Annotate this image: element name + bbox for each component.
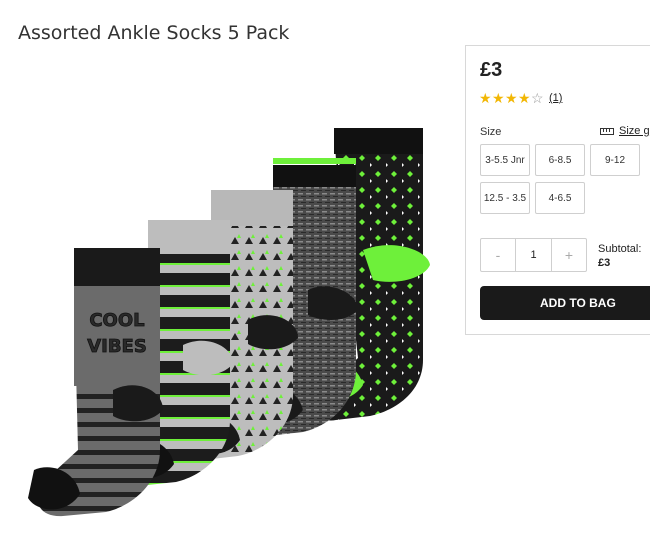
product-purchase-panel: £3 ★ ★ ★ ★ ☆ (1) Size Size g 3-5.5 Jnr 6… [465,45,650,335]
product-image: COOL VIBES [28,128,430,517]
quantity-input[interactable]: 1 [516,239,551,271]
size-guide-link[interactable]: Size g [600,125,650,137]
size-label: Size [480,126,502,138]
size-option[interactable]: 12.5 - 3.5 [480,182,530,214]
size-option[interactable]: 9-12 [590,144,640,176]
quantity-increase-button[interactable]: + [551,239,586,271]
size-option[interactable]: 4-6.5 [535,182,585,214]
add-to-bag-button[interactable]: ADD TO BAG [480,286,650,320]
star-icon: ★ [479,90,492,106]
sock-cool-vibes: COOL VIBES [28,248,163,517]
size-option[interactable]: 3-5.5 Jnr [480,144,530,176]
star-outline-icon: ☆ [531,90,544,106]
ruler-icon [600,127,614,135]
size-option[interactable]: 6-8.5 [535,144,585,176]
product-price: £3 [480,59,503,81]
quantity-stepper: - 1 + [480,238,587,272]
subtotal-value: £3 [598,257,611,269]
star-icon: ★ [492,90,505,106]
subtotal: Subtotal: £3 [598,242,641,270]
size-guide-label: Size g [619,125,650,137]
rating-stars: ★ ★ ★ ★ ☆ [479,91,544,105]
sock-print-vibes: VIBES [87,336,147,357]
star-icon: ★ [505,90,518,106]
product-title: Assorted Ankle Socks 5 Pack [18,21,290,44]
star-icon: ★ [518,90,531,106]
quantity-decrease-button[interactable]: - [481,239,516,271]
subtotal-label: Subtotal: [598,243,642,255]
product-rating[interactable]: ★ ★ ★ ★ ☆ (1) [479,91,562,105]
sock-print-cool: COOL [89,310,144,331]
review-count-link[interactable]: (1) [549,92,562,104]
